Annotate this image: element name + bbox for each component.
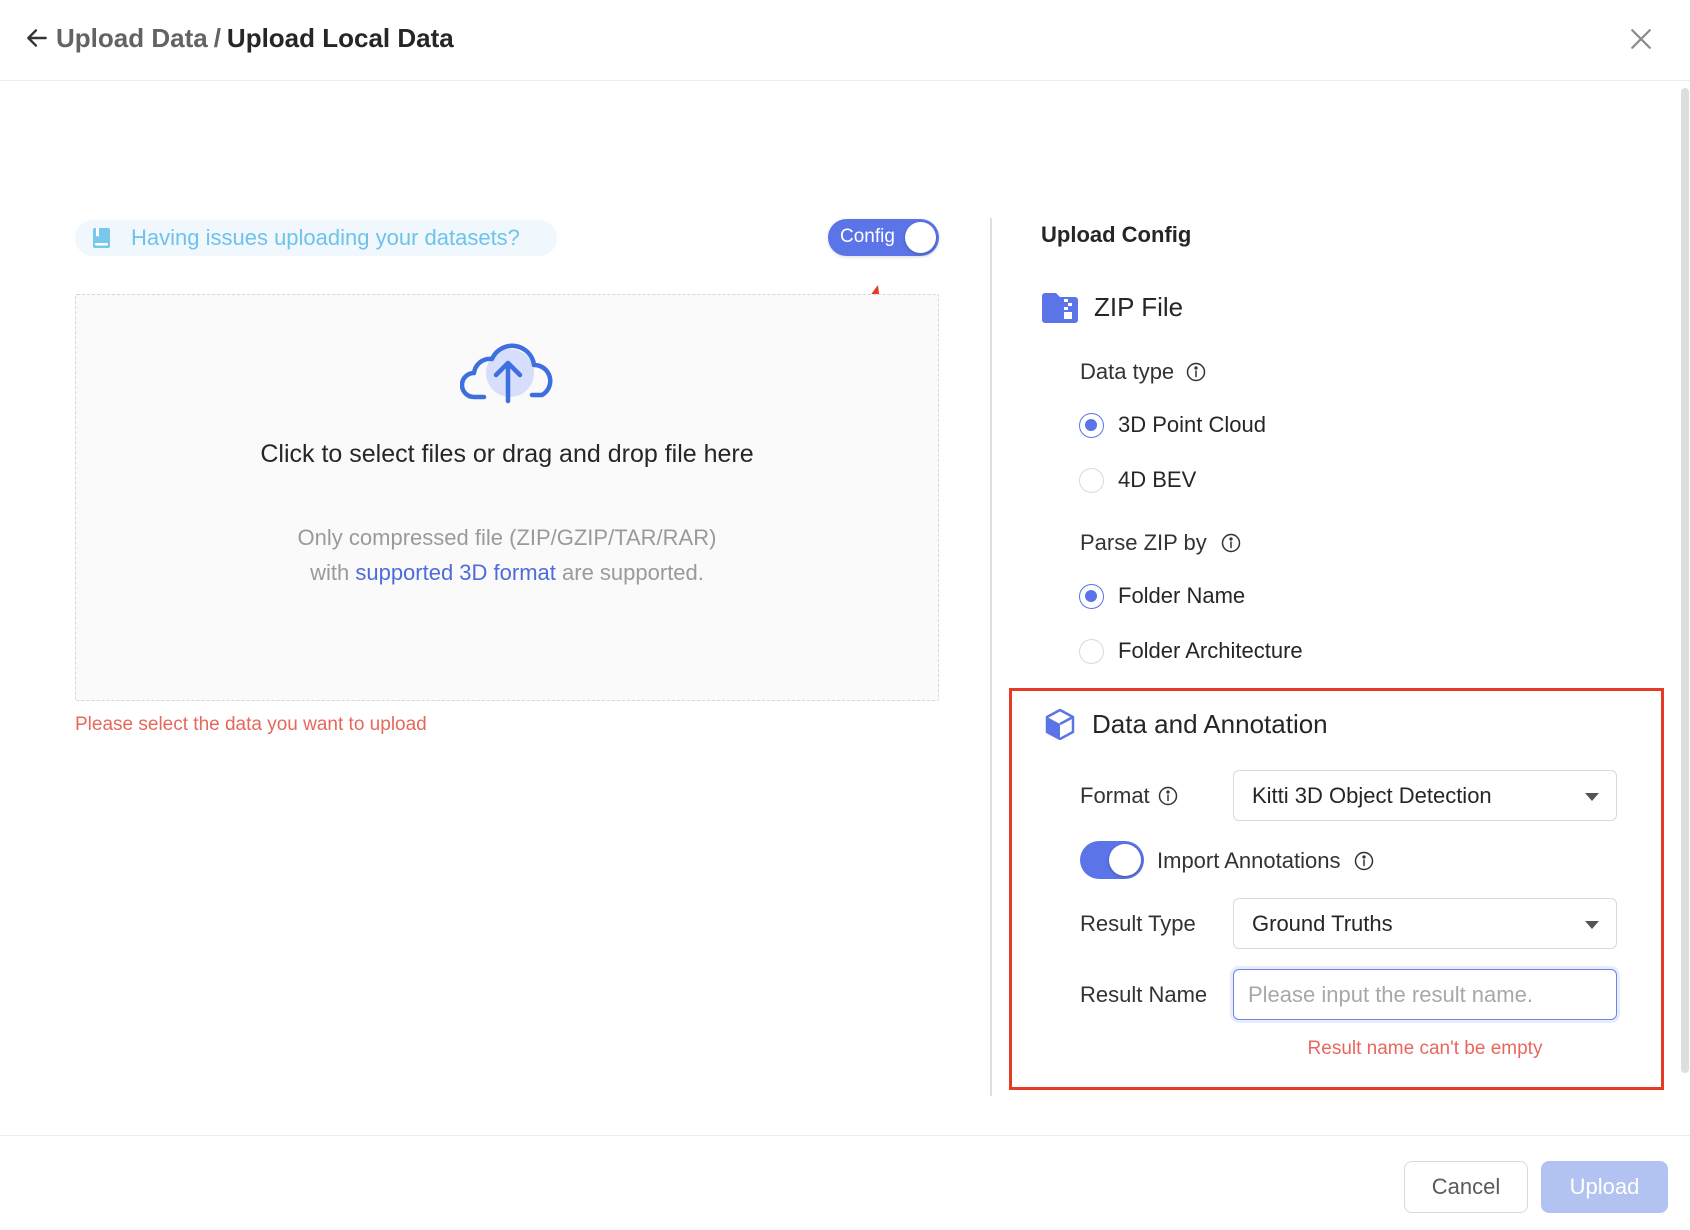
hint-suffix: are supported.: [562, 560, 704, 585]
upload-button[interactable]: Upload: [1541, 1161, 1668, 1213]
info-icon[interactable]: [1221, 533, 1241, 553]
radio-folder-name[interactable]: Folder Name: [1079, 583, 1245, 609]
format-select-value: Kitti 3D Object Detection: [1252, 783, 1492, 808]
caret-down-icon: [1585, 921, 1599, 929]
result-type-select-value: Ground Truths: [1252, 911, 1393, 936]
panel-divider: [990, 218, 992, 1096]
config-toggle-knob: [905, 222, 936, 253]
result-name-error: Result name can't be empty: [1307, 1038, 1543, 1059]
annotation-highlight-box: [1009, 688, 1664, 1090]
data-annotation-title: Data and Annotation: [1092, 708, 1328, 739]
radio-button-selected[interactable]: [1079, 412, 1104, 438]
data-type-label-text: Data type: [1080, 359, 1175, 384]
close-icon[interactable]: [1626, 24, 1656, 54]
radio-label: 3D Point Cloud: [1118, 412, 1266, 437]
info-icon[interactable]: [1186, 362, 1206, 382]
radio-4d-bev[interactable]: 4D BEV: [1079, 467, 1196, 493]
file-dropzone[interactable]: Click to select files or drag and drop f…: [75, 294, 939, 701]
dropzone-hint-line2: with supported 3D format are supported.: [76, 555, 938, 590]
dialog-header: Upload Data / Upload Local Data: [0, 0, 1690, 81]
parse-zip-label-text: Parse ZIP by: [1080, 530, 1207, 555]
toggle-knob: [1109, 844, 1141, 876]
format-label-text: Format: [1080, 783, 1150, 808]
supported-format-link[interactable]: supported 3D format: [355, 560, 556, 585]
parse-zip-label: Parse ZIP by: [1080, 530, 1241, 556]
result-name-label: Result Name: [1080, 982, 1208, 1007]
result-name-input[interactable]: [1233, 969, 1617, 1020]
caret-down-icon: [1585, 793, 1599, 801]
breadcrumb: Upload Data / Upload Local Data: [56, 22, 454, 54]
cloud-upload-icon: [460, 343, 553, 404]
format-select[interactable]: Kitti 3D Object Detection: [1233, 770, 1617, 821]
zip-file-section-title: ZIP File: [1042, 292, 1183, 323]
import-annotations-toggle[interactable]: [1080, 841, 1144, 879]
breadcrumb-separator: /: [213, 23, 221, 53]
format-label: Format: [1080, 783, 1178, 809]
hint-prefix: with: [310, 560, 350, 585]
dropzone-hint-line1: Only compressed file (ZIP/GZIP/TAR/RAR): [297, 525, 717, 550]
vertical-scrollbar[interactable]: [1681, 88, 1689, 1073]
result-type-label: Result Type: [1080, 911, 1196, 936]
zip-folder-icon: [1042, 292, 1078, 323]
info-icon[interactable]: [1158, 786, 1178, 806]
data-type-label: Data type: [1080, 359, 1206, 385]
radio-button[interactable]: [1079, 638, 1104, 664]
breadcrumb-current: Upload Local Data: [226, 23, 454, 53]
import-annotations-label: Import Annotations: [1157, 848, 1374, 874]
result-type-select[interactable]: Ground Truths: [1233, 898, 1617, 949]
radio-3d-point-cloud[interactable]: 3D Point Cloud: [1079, 412, 1266, 438]
upload-config-title: Upload Config: [1041, 222, 1192, 247]
file-error-message: Please select the data you want to uploa…: [75, 714, 427, 735]
cancel-button[interactable]: Cancel: [1404, 1161, 1528, 1213]
upload-local-data-dialog: Upload Data / Upload Local Data Having iss…: [0, 0, 1690, 1230]
config-toggle[interactable]: Config: [828, 219, 939, 256]
data-annotation-section-title: Data and Annotation: [1044, 708, 1328, 740]
upload-help-text: Having issues uploading your datasets?: [131, 225, 520, 250]
upload-help-link[interactable]: Having issues uploading your datasets?: [75, 220, 557, 256]
radio-button-selected[interactable]: [1079, 583, 1104, 609]
dropzone-hint: Only compressed file (ZIP/GZIP/TAR/RAR) …: [76, 520, 938, 590]
import-annotations-label-text: Import Annotations: [1157, 848, 1341, 873]
radio-folder-architecture[interactable]: Folder Architecture: [1079, 638, 1303, 664]
radio-label: Folder Architecture: [1118, 638, 1303, 663]
radio-button[interactable]: [1079, 467, 1104, 493]
cube-icon: [1045, 708, 1075, 740]
arrow-left-icon[interactable]: [24, 25, 50, 51]
zip-file-title: ZIP File: [1094, 292, 1184, 322]
info-icon[interactable]: [1354, 851, 1374, 871]
breadcrumb-upload-data[interactable]: Upload Data: [56, 23, 208, 53]
radio-label: 4D BEV: [1118, 467, 1197, 492]
config-toggle-label: Config: [840, 226, 895, 247]
book-icon: [93, 228, 110, 248]
radio-label: Folder Name: [1118, 583, 1246, 608]
dropzone-title: Click to select files or drag and drop f…: [260, 440, 754, 468]
